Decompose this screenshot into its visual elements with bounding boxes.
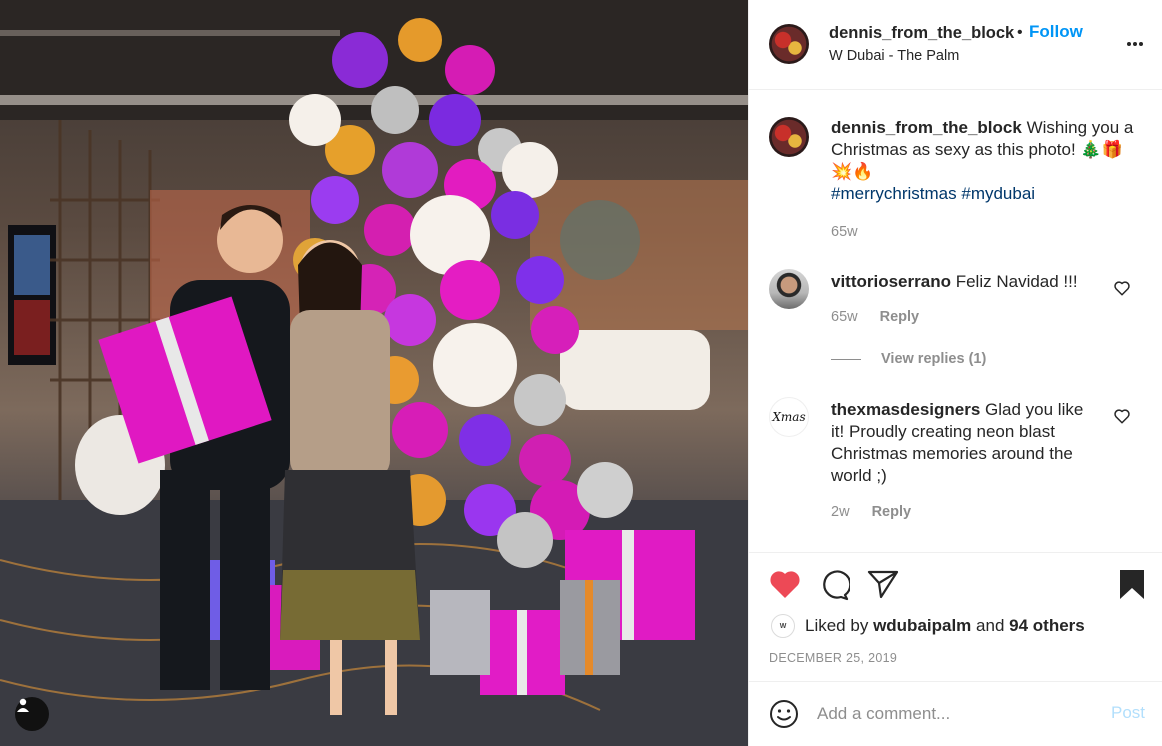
view-replies-line (831, 358, 861, 360)
liker-username[interactable]: wdubaipalm (873, 616, 971, 636)
author-username[interactable]: dennis_from_the_block (829, 24, 1014, 43)
bookmark-filled-icon[interactable] (1118, 568, 1146, 601)
comment-bubble-icon[interactable] (818, 569, 850, 601)
caption-username[interactable]: dennis_from_the_block (831, 118, 1022, 137)
paper-plane-icon[interactable] (867, 569, 899, 599)
user-tag-button[interactable] (15, 697, 49, 731)
post-photo[interactable] (0, 0, 748, 746)
commenter-avatar[interactable] (769, 269, 809, 309)
likes-connector: and (976, 616, 1005, 635)
likes-others-link[interactable]: 94 others (1009, 616, 1085, 636)
view-replies-button[interactable]: View replies (1) (831, 351, 986, 367)
comment-time: 2w (831, 504, 850, 520)
caption-text-block: dennis_from_the_block Wishing you a Chri… (831, 117, 1137, 205)
add-comment-bar: Post (749, 681, 1162, 746)
liker-avatar-text: W (779, 622, 787, 630)
comment-username[interactable]: vittorioserrano (831, 272, 951, 291)
likes-prefix: Liked by (805, 616, 869, 635)
post-comment-button[interactable]: Post (1111, 703, 1145, 723)
comment-text: Feliz Navidad !!! (955, 272, 1078, 291)
comment-meta: 2w Reply (831, 504, 911, 520)
caption-time: 65w (831, 224, 858, 240)
comment-text-block: thexmasdesigners Glad you like it! Proud… (831, 399, 1101, 487)
comment-username[interactable]: thexmasdesigners (831, 400, 980, 419)
more-dots-icon[interactable] (1125, 36, 1145, 52)
post-actions: W Liked by wdubaipalm and 94 others DECE… (749, 552, 1162, 680)
comment-time: 65w (831, 309, 858, 325)
header-separator: • (1017, 24, 1023, 41)
reply-button[interactable]: Reply (880, 309, 920, 325)
hashtag-merrychristmas[interactable]: #merrychristmas (831, 184, 957, 203)
post-header: dennis_from_the_block • Follow W Dubai -… (749, 0, 1162, 90)
caption-avatar[interactable] (769, 117, 809, 157)
author-avatar[interactable] (769, 24, 809, 64)
comment-like-heart-icon[interactable] (1113, 279, 1131, 297)
likes-summary: W Liked by wdubaipalm and 94 others (771, 614, 1085, 638)
smiley-icon[interactable] (769, 699, 799, 729)
user-tag-icon (17, 698, 29, 712)
post-location[interactable]: W Dubai - The Palm (829, 48, 959, 64)
xmas-logo-text: Xmas (772, 410, 806, 424)
comments-list[interactable]: dennis_from_the_block Wishing you a Chri… (749, 91, 1162, 551)
post-sidebar: dennis_from_the_block • Follow W Dubai -… (748, 0, 1162, 746)
commenter-avatar[interactable]: Xmas (769, 397, 809, 437)
hashtag-mydubai[interactable]: #mydubai (961, 184, 1035, 203)
photo-illustration (0, 0, 748, 746)
reply-button[interactable]: Reply (872, 504, 912, 520)
liker-avatar[interactable]: W (771, 614, 795, 638)
comment-meta: 65w Reply (831, 309, 919, 325)
view-replies-label: View replies (1) (881, 351, 987, 367)
heart-filled-icon[interactable] (769, 569, 801, 599)
comment-input[interactable] (817, 700, 1087, 728)
follow-button[interactable]: Follow (1029, 22, 1083, 42)
comment-like-heart-icon[interactable] (1113, 407, 1131, 425)
comment-text-block: vittorioserrano Feliz Navidad !!! (831, 271, 1131, 293)
post-date: DECEMBER 25, 2019 (769, 651, 898, 665)
